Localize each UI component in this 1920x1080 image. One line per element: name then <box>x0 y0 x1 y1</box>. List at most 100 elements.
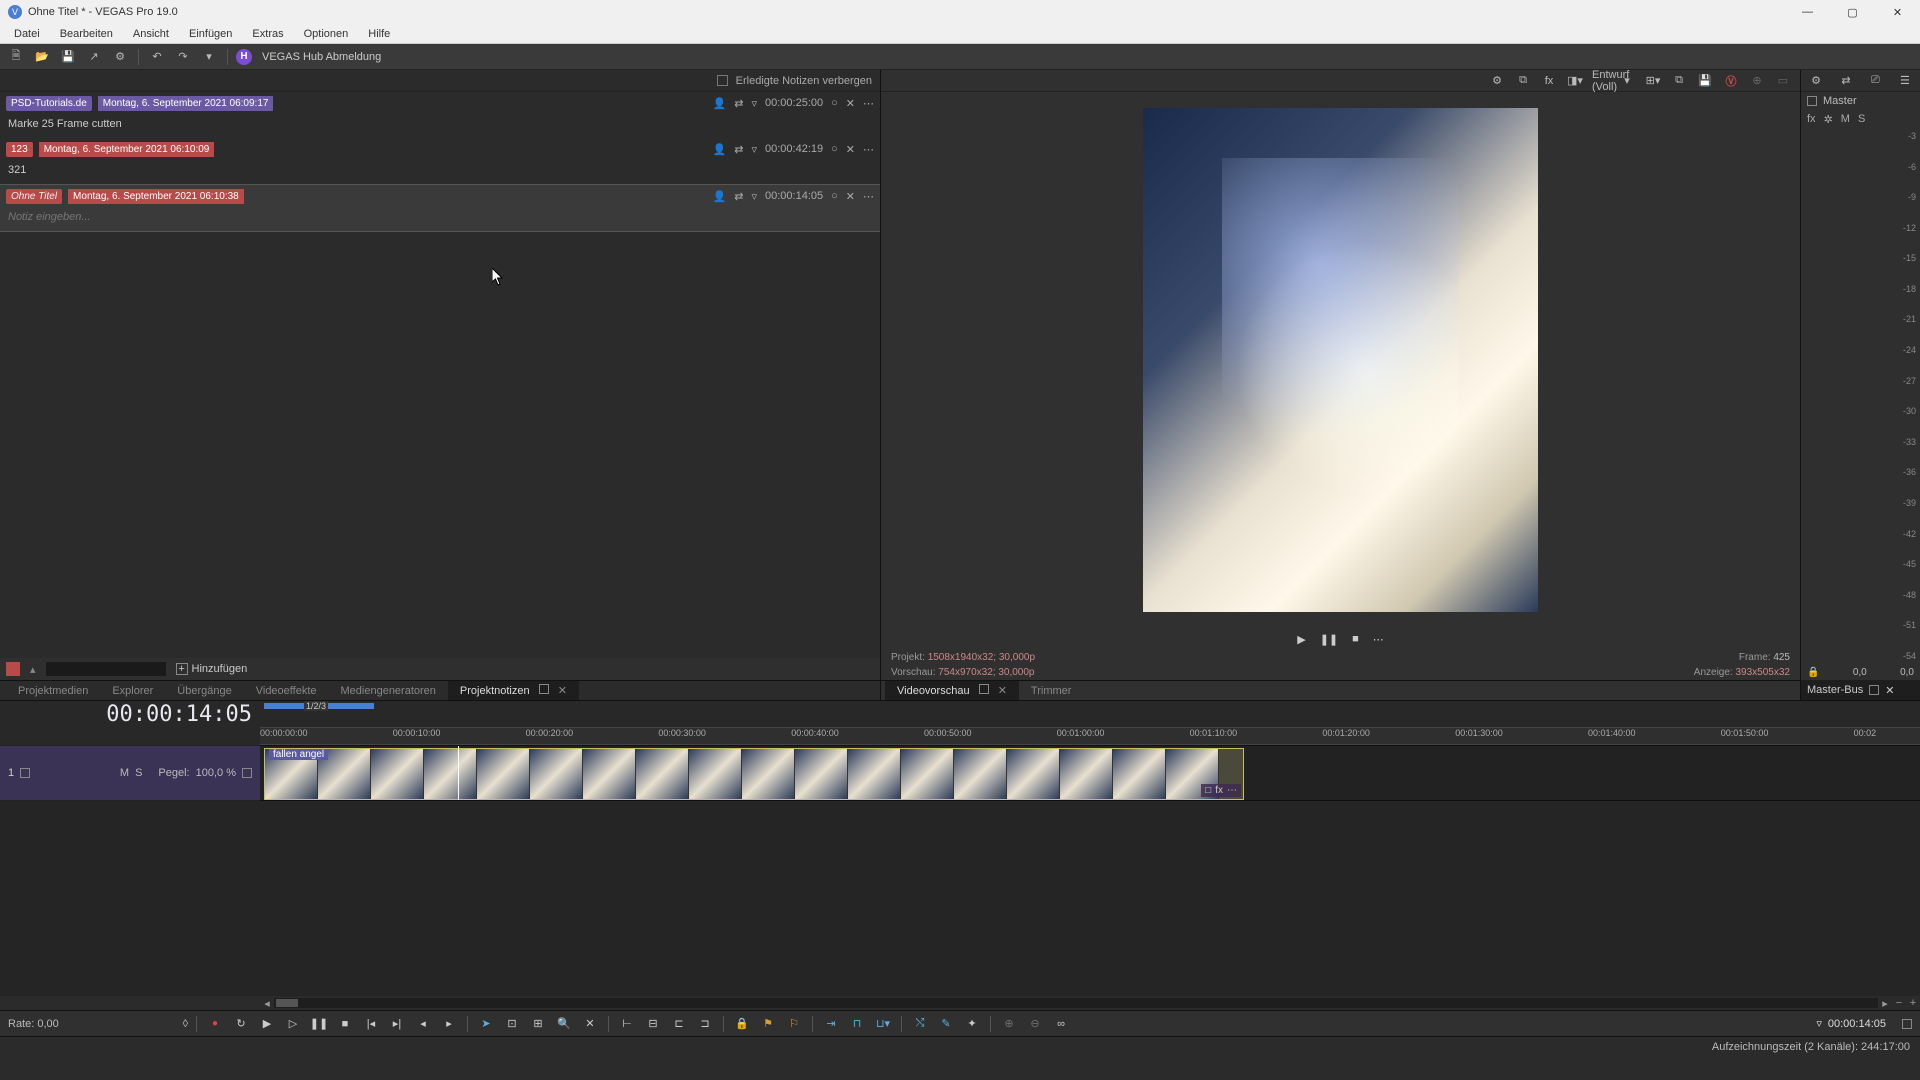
preview-external-icon[interactable]: ⧉ <box>1514 74 1532 87</box>
tab-close-icon[interactable]: ✕ <box>998 685 1007 697</box>
menu-ansicht[interactable]: Ansicht <box>125 26 177 42</box>
note-item[interactable]: PSD-Tutorials.de Montag, 6. September 20… <box>0 92 880 138</box>
quantize-button[interactable]: ⊔▾ <box>873 1014 893 1034</box>
timeline-region-bar[interactable]: 1/2/3 <box>260 701 1920 727</box>
next-frame-button[interactable]: ▸ <box>439 1014 459 1034</box>
tab-close-icon[interactable]: ✕ <box>558 685 567 697</box>
record-button[interactable]: ● <box>205 1014 225 1034</box>
snap-toggle-button[interactable]: ⊓ <box>847 1014 867 1034</box>
menu-einfuegen[interactable]: Einfügen <box>181 26 240 42</box>
note-status-icon[interactable]: ○ <box>831 190 838 202</box>
track-mute-button[interactable]: M <box>120 767 129 779</box>
normal-edit-tool[interactable]: ➤ <box>476 1014 496 1034</box>
selection-tool[interactable]: ⊡ <box>502 1014 522 1034</box>
track-header[interactable]: 1 M S Pegel: 100,0 % <box>0 745 260 801</box>
clip-controls[interactable]: □ fx ⋯ <box>1201 784 1241 797</box>
crossfade-button[interactable]: ⤭ <box>910 1014 930 1034</box>
note-item-selected[interactable]: Ohne Titel Montag, 6. September 2021 06:… <box>0 184 880 232</box>
open-icon[interactable]: 📂 <box>32 47 52 67</box>
preview-fx-icon[interactable]: fx <box>1540 75 1558 87</box>
preview-settings-icon[interactable]: ⚙ <box>1488 74 1506 87</box>
marker-flag-icon[interactable]: ▿ <box>1816 1017 1822 1030</box>
master-solo-button[interactable]: S <box>1858 113 1865 125</box>
render-icon[interactable]: ↗ <box>84 47 104 67</box>
hub-badge-icon[interactable]: H <box>236 49 252 65</box>
scroll-right-icon[interactable]: ▸ <box>1878 997 1892 1010</box>
note-body-input[interactable]: Notiz eingeben... <box>0 207 880 231</box>
tab-projektnotizen[interactable]: Projektnotizen ✕ <box>448 681 579 700</box>
menu-bearbeiten[interactable]: Bearbeiten <box>52 26 121 42</box>
close-button[interactable]: ✕ <box>1875 0 1920 24</box>
play-start-button[interactable]: ▶ <box>257 1014 277 1034</box>
go-start-button[interactable]: |◂ <box>361 1014 381 1034</box>
note-color-swatch[interactable] <box>6 662 20 676</box>
scroll-track[interactable] <box>274 998 1878 1008</box>
faders-icon[interactable]: ⎚ <box>1871 74 1880 87</box>
split-button[interactable]: ⊟ <box>643 1014 663 1034</box>
auto-edit-button[interactable]: ✎ <box>936 1014 956 1034</box>
snap-button[interactable]: ⊢ <box>617 1014 637 1034</box>
stop-button[interactable]: ■ <box>335 1014 355 1034</box>
note-more-icon[interactable]: ⋯ <box>863 143 874 156</box>
marker-button[interactable]: ⚑ <box>758 1014 778 1034</box>
menu-datei[interactable]: Datei <box>6 26 48 42</box>
loop-icon[interactable]: ∞ <box>1051 1014 1071 1034</box>
note-more-icon[interactable]: ⋯ <box>863 190 874 203</box>
loop-play-button[interactable]: ↻ <box>231 1014 251 1034</box>
preview-overlay-icon[interactable]: ⧉ <box>1670 74 1688 87</box>
stop-icon[interactable]: ■ <box>1352 633 1359 645</box>
note-status-icon[interactable]: ○ <box>831 143 838 155</box>
envelope-tool[interactable]: ⊞ <box>528 1014 548 1034</box>
pause-button[interactable]: ❚❚ <box>309 1014 329 1034</box>
note-status-icon[interactable]: ○ <box>831 97 838 109</box>
tab-dock-icon[interactable] <box>979 684 989 694</box>
tab-projektmedien[interactable]: Projektmedien <box>6 682 100 700</box>
master-settings-icon[interactable]: ✲ <box>1824 113 1833 126</box>
new-project-icon[interactable]: 🗎 <box>6 47 26 67</box>
tab-master-bus[interactable]: Master-Bus ✕ <box>1801 680 1920 700</box>
tab-explorer[interactable]: Explorer <box>100 682 165 700</box>
note-user-icon[interactable]: 👤 <box>713 97 727 110</box>
menu-optionen[interactable]: Optionen <box>296 26 357 42</box>
note-body[interactable]: Marke 25 Frame cutten <box>0 114 880 138</box>
rate-slider-icon[interactable]: ◊ <box>183 1018 188 1030</box>
clip-more-icon[interactable]: ⋯ <box>1227 785 1237 796</box>
note-delete-icon[interactable]: ✕ <box>846 143 855 156</box>
chevron-down-icon[interactable]: ▾ <box>1618 74 1636 87</box>
go-end-button[interactable]: ▸| <box>387 1014 407 1034</box>
tab-videoeffekte[interactable]: Videoeffekte <box>244 682 329 700</box>
note-link-icon[interactable]: ⇄ <box>734 190 743 203</box>
lock-icon[interactable]: 🔒 <box>1807 667 1819 678</box>
note-more-icon[interactable]: ⋯ <box>863 97 874 110</box>
preview-viewport[interactable] <box>881 92 1800 628</box>
tab-trimmer[interactable]: Trimmer <box>1019 682 1084 700</box>
note-user-icon[interactable]: 👤 <box>713 143 727 156</box>
note-link-icon[interactable]: ⇄ <box>734 143 743 156</box>
color-button[interactable]: ✦ <box>962 1014 982 1034</box>
trim-start-button[interactable]: ⊏ <box>669 1014 689 1034</box>
track-solo-button[interactable]: S <box>135 767 142 779</box>
track-pegel-value[interactable]: 100,0 % <box>196 767 236 779</box>
preview-v-icon[interactable]: Ⓥ <box>1722 73 1740 89</box>
note-item[interactable]: 123 Montag, 6. September 2021 06:10:09 👤… <box>0 138 880 184</box>
zoom-in-icon[interactable]: + <box>1906 997 1920 1009</box>
undo-dropdown-icon[interactable]: ▾ <box>199 47 219 67</box>
hub-label[interactable]: VEGAS Hub Abmeldung <box>262 51 381 63</box>
undo-icon[interactable]: ↶ <box>147 47 167 67</box>
region-button[interactable]: ⚐ <box>784 1014 804 1034</box>
time-format-icon[interactable] <box>1902 1019 1912 1029</box>
track-icon[interactable] <box>20 768 30 778</box>
gear-icon[interactable]: ⚙ <box>1811 74 1821 87</box>
lock-button[interactable]: 🔒 <box>732 1014 752 1034</box>
note-title-input[interactable] <box>46 662 166 676</box>
master-fx-icon[interactable]: fx <box>1807 113 1816 125</box>
master-mute-button[interactable]: M <box>1841 113 1850 125</box>
tab-dock-icon[interactable] <box>539 684 549 694</box>
preview-grid-icon[interactable]: ⊞▾ <box>1644 74 1662 87</box>
pause-icon[interactable]: ❚❚ <box>1320 633 1338 646</box>
prev-frame-button[interactable]: ◂ <box>413 1014 433 1034</box>
timeline-ruler[interactable]: 00:00:00:0000:00:10:0000:00:20:0000:00:3… <box>260 727 1920 745</box>
minimize-button[interactable]: — <box>1785 0 1830 24</box>
add-note-button[interactable]: + Hinzufügen <box>176 663 248 675</box>
save-icon[interactable]: 💾 <box>58 47 78 67</box>
